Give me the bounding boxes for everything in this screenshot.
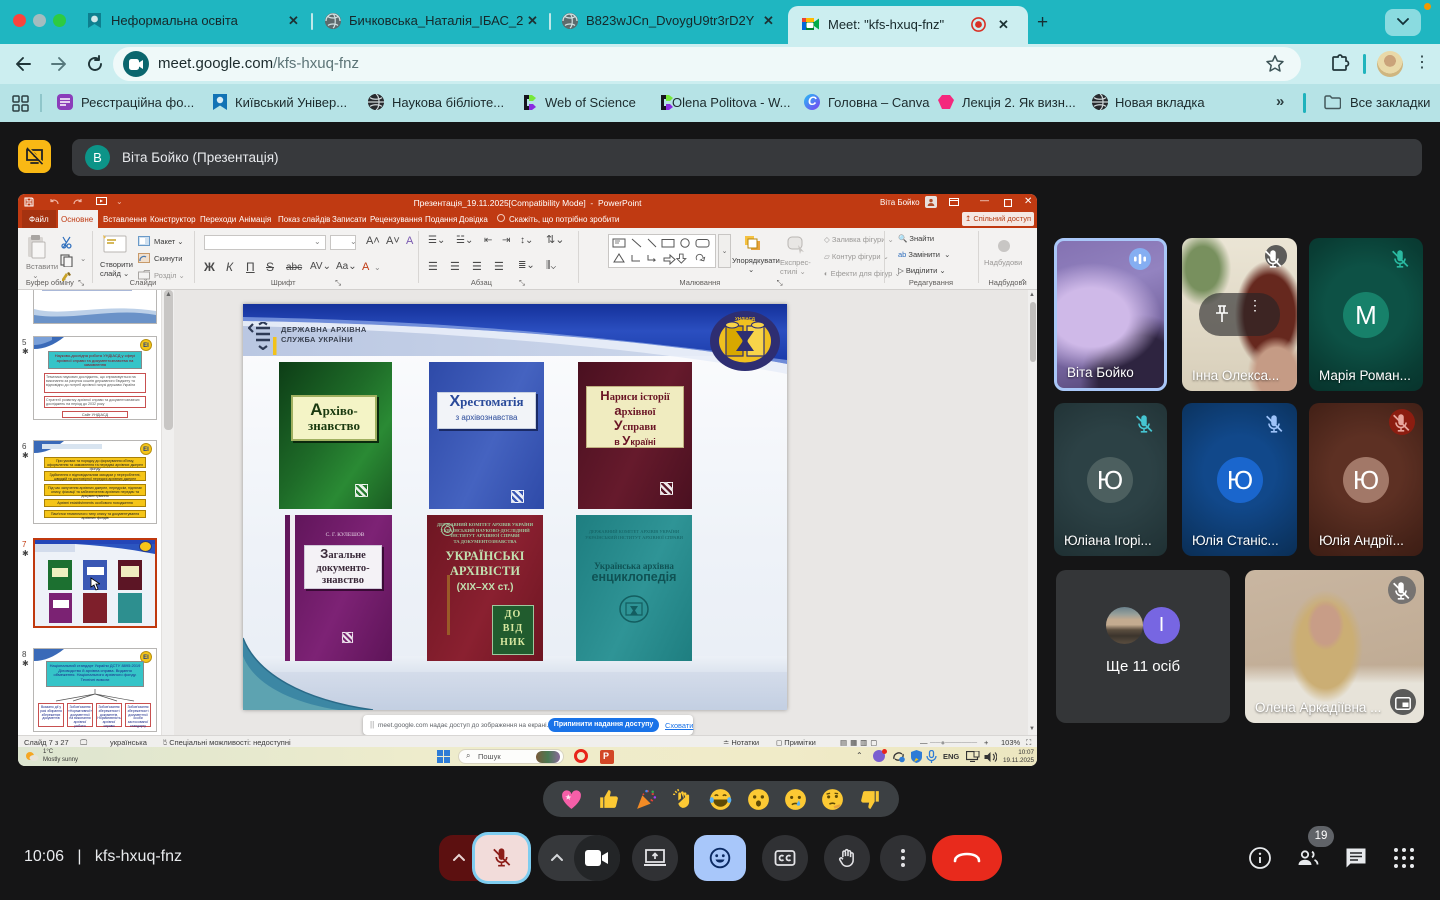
svg-text:УНДІАСД: УНДІАСД (735, 316, 756, 321)
